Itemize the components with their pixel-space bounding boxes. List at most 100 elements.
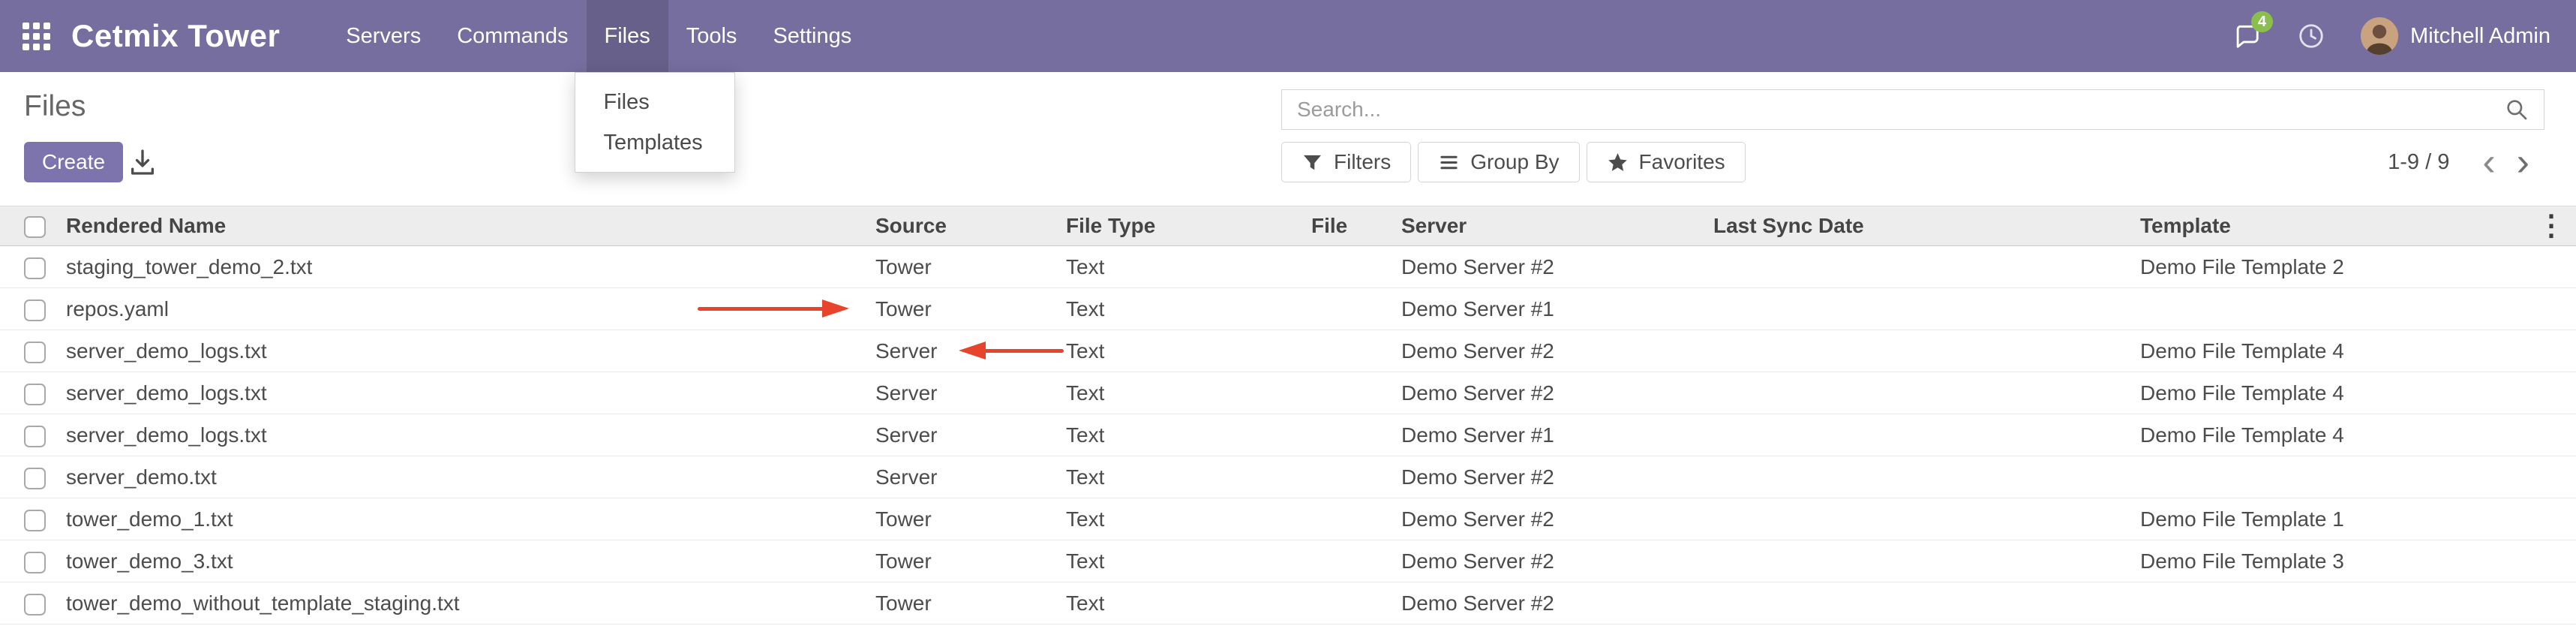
row-select-cell [0, 582, 66, 624]
table-row[interactable]: server_demo.txt Server Text Demo Server … [0, 456, 2576, 498]
cell-template: Demo File Template 1 [2140, 498, 2576, 540]
search-icon[interactable] [2505, 98, 2529, 122]
favorites-button-label: Favorites [1639, 150, 1725, 174]
cell-rendered-name: tower_demo_3.txt [66, 540, 875, 582]
table-body: staging_tower_demo_2.txt Tower Text Demo… [0, 246, 2576, 624]
search-options: Filters Group By Favorites [1281, 142, 1746, 182]
column-header-rendered-name[interactable]: Rendered Name [66, 206, 875, 246]
row-checkbox[interactable] [24, 594, 46, 615]
filters-button[interactable]: Filters [1281, 142, 1411, 182]
user-menu[interactable]: Mitchell Admin [2361, 17, 2550, 55]
menu-commands[interactable]: Commands [439, 0, 586, 72]
row-checkbox[interactable] [24, 426, 46, 447]
column-header-file-type[interactable]: File Type [1066, 206, 1311, 246]
activities-clock-icon[interactable] [2296, 21, 2326, 51]
cell-file-type: Text [1066, 246, 1311, 288]
create-button[interactable]: Create [24, 142, 123, 182]
select-all-checkbox[interactable] [24, 216, 46, 238]
cell-source: Server [875, 456, 1066, 498]
cell-server: Demo Server #2 [1401, 540, 1713, 582]
table-row[interactable]: tower_demo_1.txt Tower Text Demo Server … [0, 498, 2576, 540]
cell-file [1311, 414, 1401, 456]
cell-last-sync-date [1713, 498, 2140, 540]
search-input[interactable] [1282, 90, 2505, 129]
dropdown-item-files[interactable]: Files [575, 82, 734, 122]
annotation-arrow-right-shaft [698, 307, 824, 311]
table-row[interactable]: tower_demo_3.txt Tower Text Demo Server … [0, 540, 2576, 582]
systray: 4 Mitchell Admin [2232, 17, 2576, 55]
dropdown-item-templates[interactable]: Templates [575, 122, 734, 163]
cell-template: Demo File Template 4 [2140, 372, 2576, 414]
row-checkbox[interactable] [24, 552, 46, 573]
pager-range: 1-9 / 9 [2388, 150, 2449, 175]
row-select-cell [0, 540, 66, 582]
cell-file [1311, 246, 1401, 288]
column-header-server[interactable]: Server [1401, 206, 1713, 246]
cell-template: Demo File Template 4 [2140, 330, 2576, 372]
table-row[interactable]: tower_demo_without_template_staging.txt … [0, 582, 2576, 624]
cell-last-sync-date [1713, 456, 2140, 498]
cell-file [1311, 330, 1401, 372]
row-checkbox[interactable] [24, 384, 46, 405]
cell-rendered-name: server_demo_logs.txt [66, 414, 875, 456]
column-options-icon[interactable]: ⋮ [2537, 210, 2565, 242]
cell-file-type: Text [1066, 582, 1311, 624]
app-brand[interactable]: Cetmix Tower [71, 18, 280, 54]
row-checkbox[interactable] [24, 257, 46, 279]
cell-server: Demo Server #2 [1401, 330, 1713, 372]
table-row[interactable]: server_demo_logs.txt Server Text Demo Se… [0, 414, 2576, 456]
cell-file [1311, 540, 1401, 582]
cell-rendered-name: tower_demo_1.txt [66, 498, 875, 540]
pager-next-icon[interactable]: › [2506, 143, 2540, 181]
messages-count-badge: 4 [2251, 11, 2273, 32]
table-row[interactable]: server_demo_logs.txt Server Text Demo Se… [0, 330, 2576, 372]
cell-file-type: Text [1066, 456, 1311, 498]
pager: 1-9 / 9 ‹ › [2388, 142, 2540, 182]
cell-file-type: Text [1066, 498, 1311, 540]
column-header-last-sync-date[interactable]: Last Sync Date [1713, 206, 2140, 246]
cell-rendered-name: server_demo_logs.txt [66, 330, 875, 372]
cell-server: Demo Server #2 [1401, 582, 1713, 624]
table-row[interactable]: server_demo_logs.txt Server Text Demo Se… [0, 372, 2576, 414]
group-by-button-label: Group By [1470, 150, 1559, 174]
column-header-source[interactable]: Source [875, 206, 1066, 246]
table-row[interactable]: staging_tower_demo_2.txt Tower Text Demo… [0, 246, 2576, 288]
download-import-icon[interactable] [128, 147, 159, 179]
apps-grid-icon[interactable] [23, 23, 50, 50]
cell-file [1311, 372, 1401, 414]
cell-last-sync-date [1713, 414, 2140, 456]
row-checkbox[interactable] [24, 299, 46, 321]
cell-file [1311, 582, 1401, 624]
cell-template [2140, 456, 2576, 498]
row-checkbox[interactable] [24, 510, 46, 531]
table-row[interactable]: repos.yaml Tower Text Demo Server #1 [0, 288, 2576, 330]
messages-icon[interactable]: 4 [2232, 21, 2262, 51]
star-icon [1607, 152, 1629, 173]
column-header-template[interactable]: Template [2140, 206, 2576, 246]
menu-tools[interactable]: Tools [668, 0, 755, 72]
row-checkbox[interactable] [24, 468, 46, 489]
group-by-button[interactable]: Group By [1418, 142, 1579, 182]
cell-source: Server [875, 372, 1066, 414]
cell-file [1311, 288, 1401, 330]
select-all-cell [0, 206, 66, 246]
user-name: Mitchell Admin [2410, 24, 2550, 49]
row-select-cell [0, 498, 66, 540]
pager-previous-icon[interactable]: ‹ [2472, 143, 2505, 181]
column-header-file[interactable]: File [1311, 206, 1401, 246]
row-checkbox[interactable] [24, 342, 46, 363]
row-select-cell [0, 456, 66, 498]
top-navbar: Cetmix Tower Servers Commands Files File… [0, 0, 2576, 72]
cell-file-type: Text [1066, 372, 1311, 414]
menu-settings[interactable]: Settings [755, 0, 869, 72]
menu-files[interactable]: Files Files Templates [587, 0, 668, 72]
search-bar [1281, 89, 2544, 130]
cell-server: Demo Server #2 [1401, 246, 1713, 288]
cell-source: Tower [875, 246, 1066, 288]
files-dropdown-menu: Files Templates [575, 72, 735, 173]
menu-servers[interactable]: Servers [328, 0, 439, 72]
cell-rendered-name: server_demo_logs.txt [66, 372, 875, 414]
favorites-button[interactable]: Favorites [1587, 142, 1746, 182]
filters-button-label: Filters [1334, 150, 1391, 174]
cell-rendered-name: tower_demo_without_template_staging.txt [66, 582, 875, 624]
